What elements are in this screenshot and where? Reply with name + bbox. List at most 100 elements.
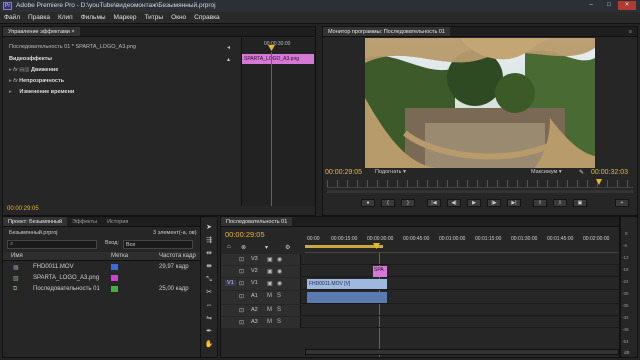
menu-sequence[interactable]: Фильмы [77,12,110,23]
maximize-button[interactable]: □ [600,1,618,10]
eye-icon[interactable]: ◉ [277,280,282,287]
extract-button[interactable]: ⇪ [553,199,567,207]
snap-icon[interactable]: ⌂ [227,244,231,250]
logo-clip[interactable]: SPA [373,266,387,277]
table-row[interactable]: ▧ SPARTA_LOGO_A3.png [3,273,215,283]
rate-stretch-tool-icon[interactable]: ⤡ [204,275,214,285]
menu-clip[interactable]: Клип [54,12,77,23]
tab-program-monitor[interactable]: Монитор программы: Последовательность 01 [323,27,450,36]
search-input[interactable]: ⌕ [7,240,97,249]
playhead-icon[interactable] [268,45,275,51]
panel-menu-icon[interactable]: ≡ [624,27,637,36]
mark-out-button[interactable]: } [401,199,415,207]
column-rate[interactable]: Частота кадр [159,253,196,259]
zoom-bar[interactable] [327,190,633,193]
selection-tool-icon[interactable]: ➤ [204,223,214,233]
tab-sequence[interactable]: Последовательность 01 [221,217,293,226]
slip-tool-icon[interactable]: ⇔ [204,301,214,311]
scroll-up-icon[interactable]: ▴ [227,56,230,63]
effect-row-time-remap[interactable]: ▸ Изменение времени [9,89,74,98]
toggle-output-icon[interactable]: ▣ [267,280,273,287]
go-to-in-button[interactable]: |◀ [427,199,441,207]
track-select-tool-icon[interactable]: ⇶ [204,236,214,246]
pen-tool-icon[interactable]: ✒ [204,327,214,337]
solo-button[interactable]: S [277,307,281,313]
effect-timecode[interactable]: 00:00:29:05 [7,206,39,212]
razor-tool-icon[interactable]: ✂ [204,288,214,298]
eye-icon[interactable]: ◉ [277,268,282,275]
mute-button[interactable]: M [267,293,272,299]
mute-button[interactable]: M [267,319,272,325]
effect-controls-tabs: Управление эффектами × [3,27,315,37]
vu-tick: -18 [622,267,629,272]
toggle-output-icon[interactable]: ▣ [267,256,273,263]
lock-icon[interactable]: ⊡ [239,307,244,314]
timeline-scrollbar[interactable] [305,349,619,355]
export-frame-button[interactable]: ▣ [573,199,587,207]
menu-edit[interactable]: Правка [24,12,54,23]
marker-icon[interactable]: ▾ [265,244,268,251]
solo-button[interactable]: S [277,319,281,325]
table-row[interactable]: ▦ FHD0011.MOV 29,97 кадр [3,262,215,272]
go-to-out-button[interactable]: ▶| [507,199,521,207]
marker-button[interactable]: ● [361,199,375,207]
step-forward-button[interactable]: |▶ [487,199,501,207]
toggle-output-icon[interactable]: ▣ [267,268,273,275]
hand-tool-icon[interactable]: ✋ [204,340,214,350]
entry-dropdown[interactable]: Все [123,240,193,249]
quality-dropdown[interactable]: Максимум ▾ [531,169,577,178]
lift-button[interactable]: ⇧ [533,199,547,207]
step-back-button[interactable]: ◀| [447,199,461,207]
entry-dropdown-label: Все [126,242,136,248]
lock-icon[interactable]: ⊡ [239,256,244,263]
lock-icon[interactable]: ⊡ [239,293,244,300]
mark-in-button[interactable]: { [381,199,395,207]
work-area-bar[interactable] [305,245,383,248]
effect-row-opacity[interactable]: ▸ fx Непрозрачность [9,78,64,87]
link-icon[interactable]: ⊗ [241,244,246,251]
table-row[interactable]: ⧉ Последовательность 01 25,00 кадр [3,284,215,294]
tab-project[interactable]: Проект: Безымянный [3,217,68,226]
tracks-area: V3 ⊡ ▣ ◉ V2 ⊡ ▣ ◉ SPA V1 V1 ⊡ ▣ ◉ FHD0011.MOV [V] … [221,254,631,354]
slide-tool-icon[interactable]: ⇋ [204,314,214,324]
add-button[interactable]: + [615,199,629,207]
ripple-edit-tool-icon[interactable]: ⇹ [204,249,214,259]
menu-help[interactable]: Справка [190,12,224,23]
menu-file[interactable]: Файл [0,12,24,23]
lock-icon[interactable]: ⊡ [239,319,244,326]
source-patch[interactable]: V1 [225,280,236,286]
mini-clip-bar[interactable]: SPARTA_LOGO_A3.png [242,54,314,64]
wrench-icon[interactable]: ⚙ [285,244,290,251]
fx-icon[interactable]: fx [13,78,17,84]
lock-icon[interactable]: ⊡ [239,268,244,275]
timeline-ruler[interactable]: 00:00 00:00:15:00 00:00:30:00 00:00:45:0… [305,231,619,253]
solo-button[interactable]: S [277,293,281,299]
tab-effect-controls[interactable]: Управление эффектами × [3,27,80,36]
play-button[interactable]: ▶ [467,199,481,207]
close-icon[interactable]: × [71,29,74,35]
menu-window[interactable]: Окно [167,12,190,23]
tab-history[interactable]: История [102,217,133,226]
program-timecode-left[interactable]: 00:00:29:05 [325,169,362,176]
column-name[interactable]: Имя [11,253,23,259]
effect-row-motion[interactable]: ▸ fx ▤▥ Движение [9,67,58,76]
minimize-button[interactable]: – [582,1,600,10]
mute-button[interactable]: M [267,307,272,313]
timeline-timecode[interactable]: 00:00:29:05 [225,230,265,239]
wrench-icon[interactable]: ✎ [579,169,584,176]
video-clip[interactable]: FHD0011.MOV [V] [307,279,387,289]
menu-titles[interactable]: Титры [140,12,167,23]
tab-effects[interactable]: Эффекты [67,217,102,226]
collapse-arrow-icon[interactable]: ◂ [227,44,230,51]
lock-icon[interactable]: ⊡ [239,280,244,287]
audio-clip[interactable] [307,292,387,303]
program-scrubber[interactable] [327,180,633,188]
menu-marker[interactable]: Маркер [110,12,141,23]
column-label[interactable]: Метка [111,253,128,259]
playhead-line [271,52,272,206]
close-button[interactable]: ✕ [618,1,636,10]
eye-icon[interactable]: ◉ [277,256,282,263]
fx-icon[interactable]: fx [13,67,17,73]
fit-dropdown[interactable]: Подогнать ▾ [375,169,421,178]
rolling-edit-tool-icon[interactable]: ⇼ [204,262,214,272]
